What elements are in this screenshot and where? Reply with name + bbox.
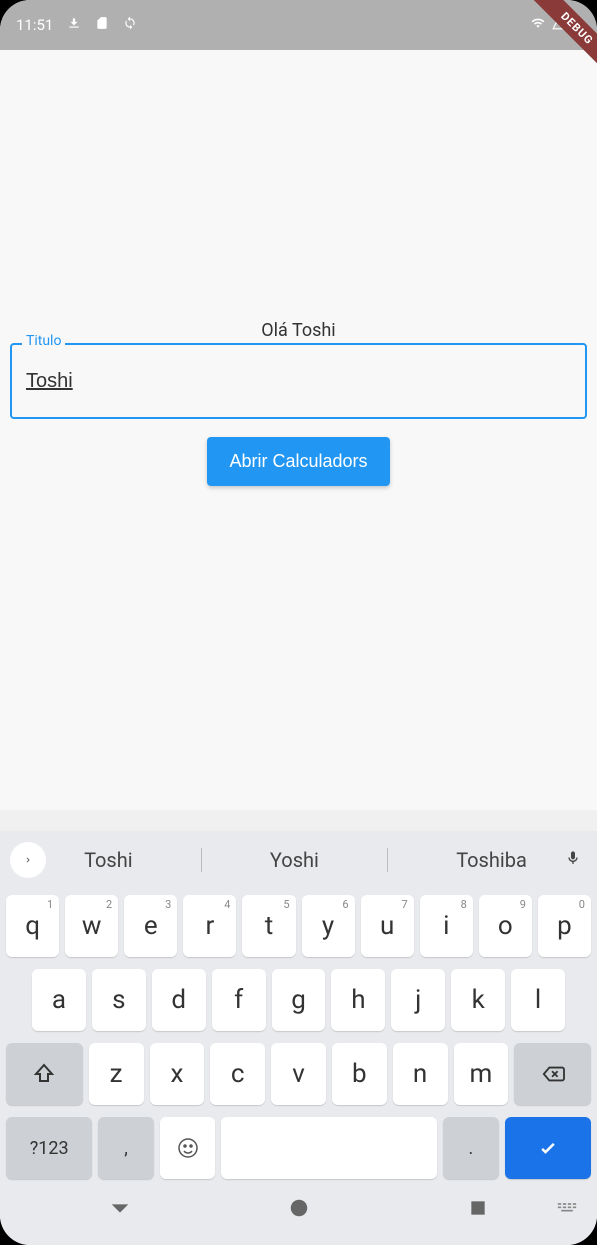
suggestion-bar: Toshi Yoshi Toshiba bbox=[0, 831, 597, 889]
sd-icon bbox=[95, 16, 109, 34]
backspace-key[interactable] bbox=[514, 1043, 591, 1105]
shift-key[interactable] bbox=[6, 1043, 83, 1105]
keyboard-switch-icon[interactable] bbox=[557, 1201, 577, 1220]
divider bbox=[387, 848, 388, 872]
key-v[interactable]: v bbox=[271, 1043, 326, 1105]
nav-back-icon[interactable] bbox=[109, 1197, 131, 1223]
key-x[interactable]: x bbox=[150, 1043, 205, 1105]
input-wrapper: Titulo bbox=[10, 343, 587, 419]
nav-bar bbox=[0, 1185, 597, 1235]
key-a[interactable]: a bbox=[32, 969, 86, 1031]
key-k[interactable]: k bbox=[451, 969, 505, 1031]
suggestion-2[interactable]: Yoshi bbox=[270, 848, 319, 872]
key-i[interactable]: i8 bbox=[420, 895, 473, 957]
app-content: Olá Toshi Titulo Abrir Calculadors bbox=[0, 50, 597, 810]
expand-suggestions-button[interactable] bbox=[10, 842, 46, 878]
status-time: 11:51 bbox=[16, 16, 53, 34]
key-o[interactable]: o9 bbox=[479, 895, 532, 957]
greeting-text: Olá Toshi bbox=[261, 320, 335, 341]
suggestion-3[interactable]: Toshiba bbox=[456, 848, 527, 872]
space-key[interactable] bbox=[221, 1117, 437, 1179]
key-row-1: q1w2e3r4t5y6u7i8o9p0 bbox=[0, 889, 597, 963]
key-b[interactable]: b bbox=[332, 1043, 387, 1105]
key-e[interactable]: e3 bbox=[124, 895, 177, 957]
download-icon bbox=[67, 16, 81, 34]
key-j[interactable]: j bbox=[391, 969, 445, 1031]
comma-key[interactable]: , bbox=[98, 1117, 154, 1179]
nav-recent-icon[interactable] bbox=[468, 1198, 488, 1222]
key-y[interactable]: y6 bbox=[302, 895, 355, 957]
divider bbox=[201, 848, 202, 872]
key-l[interactable]: l bbox=[511, 969, 565, 1031]
wifi-icon bbox=[529, 16, 547, 34]
key-h[interactable]: h bbox=[331, 969, 385, 1031]
key-m[interactable]: m bbox=[454, 1043, 509, 1105]
key-t[interactable]: t5 bbox=[242, 895, 295, 957]
key-row-4: ?123 , . bbox=[0, 1111, 597, 1185]
key-d[interactable]: d bbox=[152, 969, 206, 1031]
emoji-key[interactable] bbox=[160, 1117, 216, 1179]
key-g[interactable]: g bbox=[272, 969, 326, 1031]
enter-key[interactable] bbox=[505, 1117, 591, 1179]
status-bar: 11:51 bbox=[0, 0, 597, 50]
key-p[interactable]: p0 bbox=[538, 895, 591, 957]
key-u[interactable]: u7 bbox=[361, 895, 414, 957]
suggestion-1[interactable]: Toshi bbox=[84, 848, 133, 872]
sync-icon bbox=[123, 16, 137, 34]
key-row-2: asdfghjkl bbox=[0, 963, 597, 1037]
key-w[interactable]: w2 bbox=[65, 895, 118, 957]
input-label: Titulo bbox=[22, 333, 65, 349]
key-s[interactable]: s bbox=[92, 969, 146, 1031]
symbols-key[interactable]: ?123 bbox=[6, 1117, 92, 1179]
key-f[interactable]: f bbox=[212, 969, 266, 1031]
mic-icon[interactable] bbox=[565, 847, 581, 874]
key-z[interactable]: z bbox=[89, 1043, 144, 1105]
title-input[interactable] bbox=[10, 343, 587, 419]
key-r[interactable]: r4 bbox=[183, 895, 236, 957]
nav-home-icon[interactable] bbox=[288, 1197, 310, 1223]
period-key[interactable]: . bbox=[443, 1117, 499, 1179]
key-c[interactable]: c bbox=[210, 1043, 265, 1105]
key-n[interactable]: n bbox=[393, 1043, 448, 1105]
key-row-3: zxcvbnm bbox=[0, 1037, 597, 1111]
open-calculator-button[interactable]: Abrir Calculadors bbox=[207, 437, 389, 486]
key-q[interactable]: q1 bbox=[6, 895, 59, 957]
keyboard: Toshi Yoshi Toshiba q1w2e3r4t5y6u7i8o9p0… bbox=[0, 831, 597, 1245]
